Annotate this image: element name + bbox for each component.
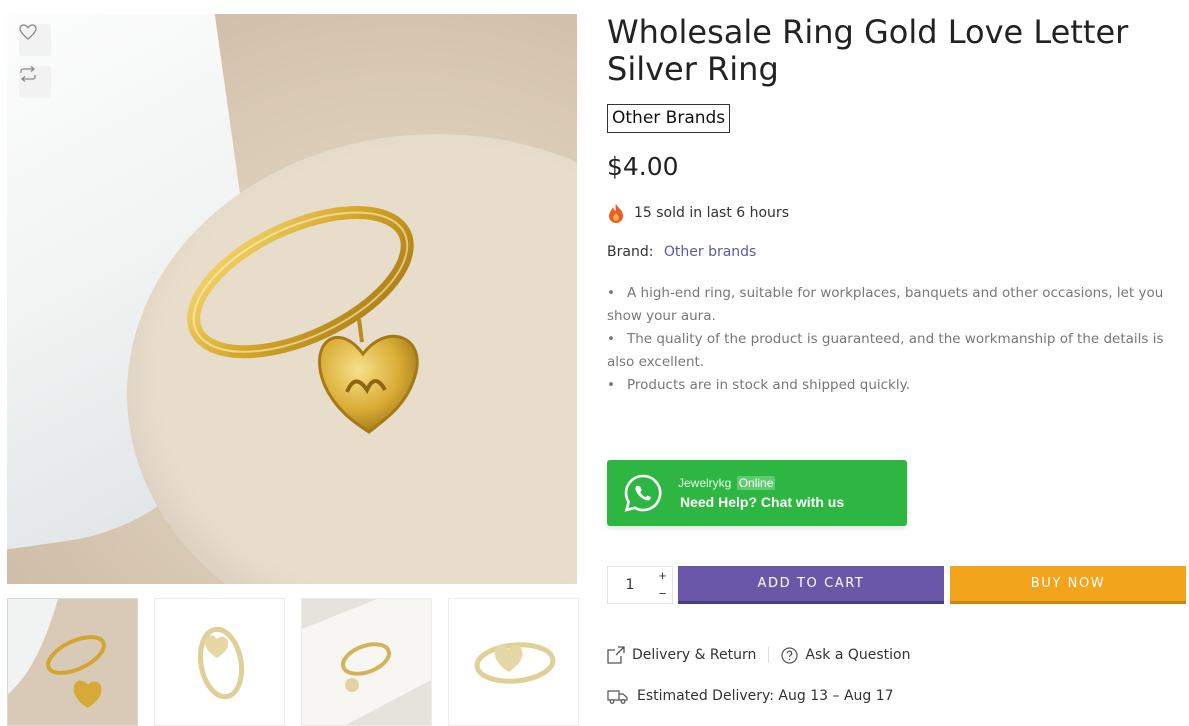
description-item: • A high-end ring, suitable for workplace… [607, 285, 1164, 324]
fire-icon [609, 204, 623, 223]
share-icon [607, 646, 625, 664]
thumbnail-2-image [155, 599, 284, 725]
thumbnail-3[interactable] [301, 598, 432, 726]
thumbnail-1[interactable] [7, 598, 138, 726]
description-item: • The quality of the product is guarantee… [607, 331, 1164, 370]
gold-ring-illustration [187, 206, 419, 434]
heart-icon [19, 24, 37, 40]
estimated-delivery-text: Estimated Delivery: Aug 13 – Aug 17 [637, 688, 894, 704]
estimated-delivery: Estimated Delivery: Aug 13 – Aug 17 [607, 688, 894, 704]
links-divider [768, 647, 770, 663]
brand-link[interactable]: Other brands [664, 244, 756, 260]
ask-question-label: Ask a Question [805, 647, 911, 663]
thumbnail-2[interactable] [154, 598, 285, 726]
brand-badge[interactable]: Other Brands [607, 104, 731, 133]
thumbnail-1-image [8, 599, 137, 725]
quantity-input[interactable]: 1 [608, 567, 652, 603]
compare-icon [20, 66, 36, 82]
product-price: $4.00 [607, 152, 679, 181]
quantity-decrease-button[interactable]: − [652, 585, 673, 603]
question-icon [781, 646, 798, 664]
compare-button[interactable] [19, 66, 51, 98]
add-to-cart-button[interactable]: ADD TO CART [678, 566, 944, 604]
whatsapp-chat-button[interactable]: Jewelrykg Online Need Help? Chat with us [607, 460, 907, 526]
whatsapp-agent: Jewelrykg Online [678, 476, 776, 490]
delivery-return-link[interactable]: Delivery & Return [607, 646, 756, 664]
ask-question-link[interactable]: Ask a Question [781, 646, 911, 664]
whatsapp-cta: Need Help? Chat with us [680, 494, 845, 510]
buy-now-button[interactable]: BUY NOW [950, 566, 1186, 604]
quantity-stepper: 1 + − [607, 566, 673, 604]
description-text: Products are in stock and shipped quickl… [627, 377, 910, 393]
quantity-increase-button[interactable]: + [652, 567, 673, 585]
whatsapp-agent-name: Jewelrykg [678, 476, 732, 490]
whatsapp-icon [624, 474, 662, 512]
thumbnail-4-image [449, 599, 578, 725]
wishlist-button[interactable] [19, 24, 51, 56]
thumbnail-strip [7, 598, 579, 726]
product-links: Delivery & Return Ask a Question [607, 646, 910, 664]
brand-label: Brand: [607, 244, 654, 260]
thumbnail-3-image [302, 599, 431, 725]
whatsapp-status: Online [736, 476, 776, 490]
sold-text: 15 sold in last 6 hours [634, 205, 789, 221]
description-text: The quality of the product is guaranteed… [607, 331, 1164, 370]
product-main-image[interactable] [7, 14, 577, 584]
thumbnail-4[interactable] [448, 598, 579, 726]
sold-counter: 15 sold in last 6 hours [607, 203, 789, 223]
product-title: Wholesale Ring Gold Love Letter Silver R… [607, 13, 1129, 88]
description-text: A high-end ring, suitable for workplaces… [607, 285, 1164, 324]
truck-icon [607, 689, 628, 704]
brand-line: Brand: Other brands [607, 244, 756, 260]
description-item: • Products are in stock and shipped quick… [607, 377, 910, 393]
product-description: • A high-end ring, suitable for workplace… [607, 282, 1179, 397]
delivery-return-label: Delivery & Return [632, 647, 757, 663]
